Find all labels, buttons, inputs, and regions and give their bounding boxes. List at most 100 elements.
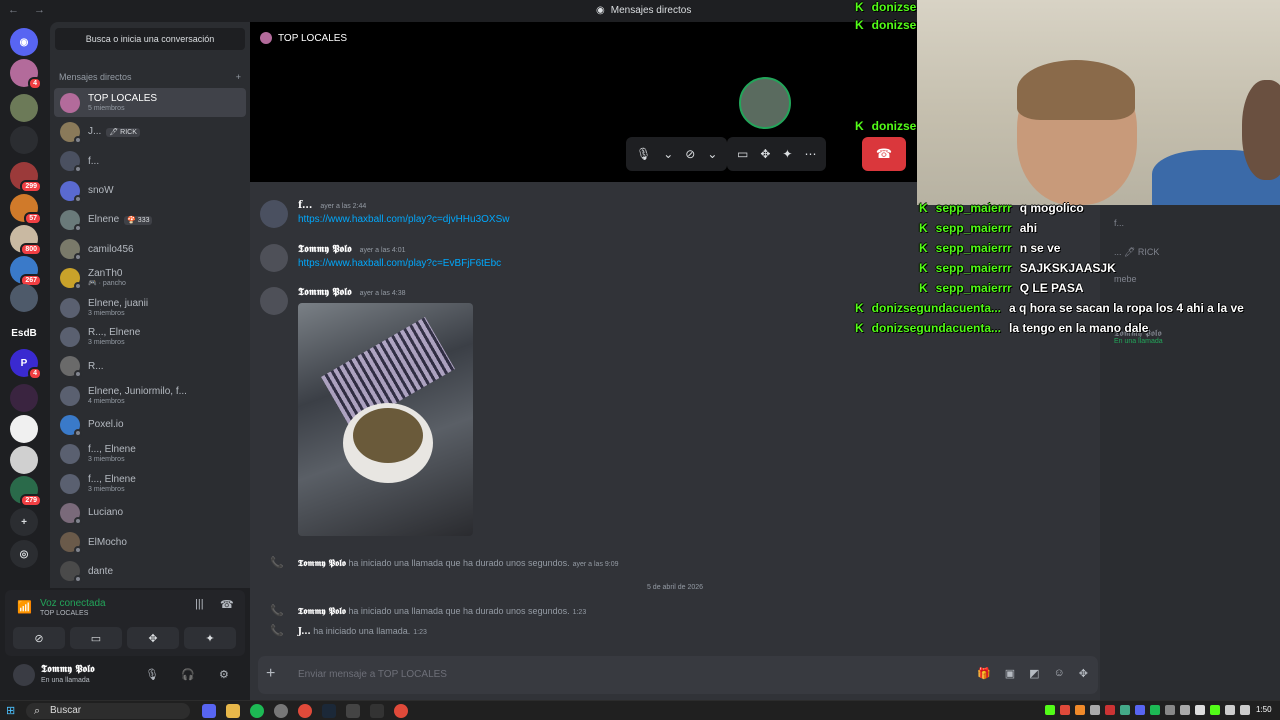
tray-icon[interactable] (1105, 705, 1115, 715)
tray-icon[interactable] (1180, 705, 1190, 715)
attach-plus-icon[interactable]: + (266, 665, 275, 683)
member-item[interactable]: mebe (1114, 274, 1137, 284)
activities-icon[interactable]: ✥ (760, 147, 770, 161)
server-icon[interactable]: 299 (10, 162, 42, 193)
attached-image[interactable] (298, 303, 473, 536)
signal-icon[interactable]: 📶 (17, 600, 32, 614)
noise-icon[interactable]: ||| (195, 598, 204, 610)
dm-item[interactable]: ElMocho (54, 527, 246, 556)
tray-icon[interactable] (1150, 705, 1160, 715)
dm-item[interactable]: Elnene 🍄 333 (54, 205, 246, 234)
dm-item[interactable]: J... 🖊 RICK (54, 117, 246, 146)
wifi-icon[interactable] (1225, 705, 1235, 715)
dm-item[interactable]: R... (54, 352, 246, 381)
server-icon[interactable]: 800 (10, 225, 42, 256)
obs-app-icon[interactable] (274, 704, 288, 718)
chrome-app-icon[interactable] (394, 704, 408, 718)
discord-app-icon[interactable] (202, 704, 216, 718)
volume-icon[interactable] (1240, 705, 1250, 715)
tray-icon[interactable] (1090, 705, 1100, 715)
app-icon[interactable] (370, 704, 384, 718)
soundboard-icon[interactable]: ✦ (782, 147, 792, 161)
tray-icon[interactable] (1210, 705, 1220, 715)
server-icon[interactable] (10, 94, 38, 122)
message-author[interactable]: f... ayer a las 2:44 (298, 200, 366, 211)
app-icon[interactable] (346, 704, 360, 718)
dm-item[interactable]: Luciano (54, 498, 246, 527)
spotify-app-icon[interactable] (250, 704, 264, 718)
activities-button[interactable]: ✥ (127, 627, 179, 649)
dm-item[interactable]: Poxel.io (54, 410, 246, 439)
dm-item[interactable]: R..., Elnene 3 miembros (54, 322, 246, 351)
explore-icon[interactable]: ◎ (10, 540, 38, 568)
message-author[interactable]: 𝕿𝖔𝖒𝖒𝖞 𝕻𝖔𝖑𝖔 ayer a las 4:01 (298, 244, 405, 255)
member-item[interactable]: f... (1114, 218, 1124, 228)
server-icon[interactable]: 279 (10, 476, 42, 507)
more-icon[interactable]: ⋯ (804, 147, 816, 161)
avatar[interactable] (260, 244, 288, 272)
taskbar-search[interactable]: ⌕ Buscar (26, 703, 190, 719)
server-icon[interactable]: P4 (10, 349, 42, 380)
dm-item[interactable]: camilo456 (54, 234, 246, 263)
voice-channel[interactable]: TOP LOCALES (40, 610, 88, 617)
chevron-down-icon[interactable]: ⌄ (663, 147, 673, 161)
steam-app-icon[interactable] (322, 704, 336, 718)
server-icon[interactable]: EsdB (10, 319, 38, 347)
screen-share-icon[interactable]: ▭ (737, 147, 748, 161)
dm-item[interactable]: ZanTh0 🎮 · pancho (54, 264, 246, 293)
server-icon[interactable]: ◉ (10, 28, 38, 56)
tray-icon[interactable] (1045, 705, 1055, 715)
server-icon[interactable] (10, 415, 38, 443)
dm-item[interactable]: dante (54, 557, 246, 586)
message-input[interactable]: Enviar mensaje a TOP LOCALES (298, 669, 447, 680)
dm-item[interactable]: Elnene, Juniormilo, f... 4 miembros (54, 381, 246, 410)
dm-item[interactable]: snoW (54, 176, 246, 205)
gift-icon[interactable]: 🎁 (977, 667, 991, 680)
tray-icon[interactable] (1135, 705, 1145, 715)
hang-up-button[interactable]: ☎ (862, 137, 906, 171)
headphones-icon[interactable]: 🎧 (181, 668, 195, 681)
tray-icon[interactable] (1060, 705, 1070, 715)
member-item[interactable]: ... 🖊 RICK (1114, 247, 1159, 258)
disconnect-icon[interactable]: ☎ (220, 598, 234, 611)
dm-item[interactable]: f..., Elnene 3 miembros (54, 440, 246, 469)
tray-icon[interactable] (1195, 705, 1205, 715)
gear-icon[interactable]: ⚙ (219, 668, 229, 681)
server-icon[interactable]: 57 (10, 194, 42, 225)
soundboard-button[interactable]: ✦ (184, 627, 236, 649)
avatar[interactable] (13, 664, 35, 686)
chevron-down-icon[interactable]: ⌄ (707, 147, 717, 161)
add-server-icon[interactable]: + (10, 508, 38, 536)
dm-item[interactable]: Elnene, juanii 3 miembros (54, 293, 246, 322)
clock[interactable]: 1:50 (1256, 705, 1272, 714)
screen-share-button[interactable]: ▭ (70, 627, 122, 649)
microphone-icon[interactable]: 🎙 (636, 147, 651, 161)
microphone-icon[interactable]: 🎙 (145, 668, 159, 681)
camera-off-button[interactable]: ⊘ (13, 627, 65, 649)
dm-item[interactable]: f..., Elnene 3 miembros (54, 469, 246, 498)
server-icon[interactable]: 267 (10, 256, 42, 287)
apps-icon[interactable]: ✥ (1079, 667, 1088, 680)
message-link[interactable]: https://www.haxball.com/play?c=EvBFjF6tE… (298, 258, 501, 269)
server-icon[interactable] (10, 126, 38, 154)
tray-icon[interactable] (1165, 705, 1175, 715)
search-conversation-button[interactable]: Busca o inicia una conversación (55, 28, 245, 50)
tray-icon[interactable] (1075, 705, 1085, 715)
windows-start-icon[interactable]: ⊞ (6, 704, 15, 717)
server-icon[interactable]: 4 (10, 59, 42, 90)
message-link[interactable]: https://www.haxball.com/play?c=djvHHu3OX… (298, 214, 509, 225)
gif-icon[interactable]: ▣ (1005, 667, 1015, 680)
chrome-app-icon[interactable] (298, 704, 312, 718)
server-icon[interactable] (10, 446, 38, 474)
participant-tile[interactable] (739, 77, 791, 129)
folder-app-icon[interactable] (226, 704, 240, 718)
avatar[interactable] (260, 200, 288, 228)
server-icon[interactable] (10, 384, 38, 412)
emoji-icon[interactable]: ☺ (1054, 667, 1065, 680)
tray-icon[interactable] (1120, 705, 1130, 715)
dm-item[interactable]: f... (54, 147, 246, 176)
add-dm-icon[interactable]: + (236, 72, 241, 82)
dm-item[interactable]: TOP LOCALES 5 miembros (54, 88, 246, 118)
server-icon[interactable] (10, 284, 38, 312)
camera-off-icon[interactable]: ⊘ (685, 147, 695, 161)
